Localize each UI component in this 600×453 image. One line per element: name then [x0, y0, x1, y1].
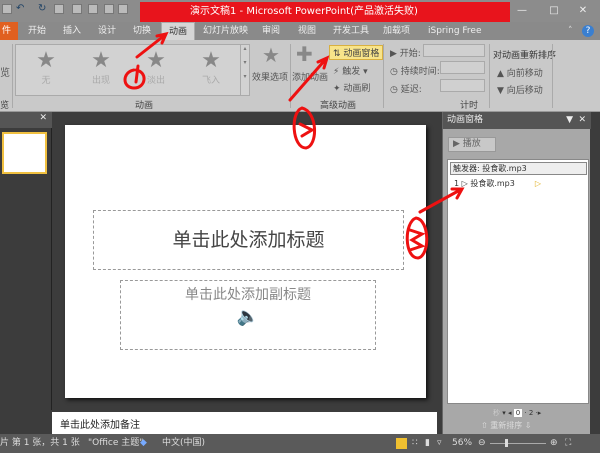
annotation-arrow-1	[135, 31, 169, 59]
annotation-circle-2	[292, 106, 316, 150]
annotation-arrow-2	[288, 55, 330, 102]
annotation-arrow-3	[418, 187, 465, 214]
annotation-circle-1	[123, 64, 146, 90]
annotation-circle-3	[405, 216, 429, 260]
red-annotations	[123, 31, 465, 260]
